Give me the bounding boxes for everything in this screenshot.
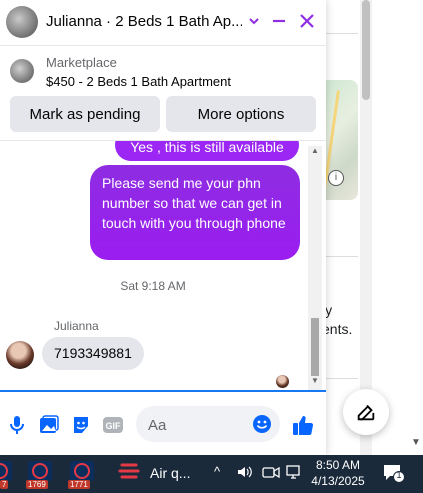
read-receipt-avatar — [276, 375, 289, 388]
sticker-icon[interactable] — [70, 414, 92, 436]
mark-as-pending-button[interactable]: Mark as pending — [10, 96, 160, 132]
close-icon[interactable] — [296, 10, 318, 32]
air-quality-app-icon[interactable] — [118, 459, 146, 489]
taskbar-app-label[interactable]: Air q... — [150, 465, 190, 481]
listing-actions: Mark as pending More options — [10, 96, 316, 132]
more-options-button[interactable]: More options — [166, 96, 316, 132]
message-timestamp: Sat 9:18 AM — [120, 279, 186, 293]
taskbar-badge: 7 — [0, 480, 9, 489]
chat-title[interactable]: Julianna · 2 Beds 1 Bath Ap... — [46, 13, 242, 30]
message-composer: GIF — [0, 390, 326, 457]
message-input[interactable] — [146, 406, 250, 444]
listing-category: Marketplace — [46, 55, 117, 70]
show-hidden-icons-icon[interactable]: ^ — [214, 464, 220, 479]
scroll-down-arrow-icon[interactable]: ▼ — [411, 437, 421, 448]
listing-thumbnail — [10, 59, 34, 83]
info-icon[interactable]: i — [328, 170, 344, 186]
taskbar-badge: 1771 — [68, 480, 90, 489]
sender-name: Julianna — [54, 319, 99, 333]
gif-label: GIF — [106, 421, 122, 431]
message-list[interactable]: Yes , this is still available Please sen… — [0, 140, 326, 391]
camera-icon[interactable] — [262, 464, 280, 483]
new-message-button[interactable] — [343, 389, 389, 435]
page-scrollbar-thumb[interactable] — [362, 0, 370, 100]
clock-date: 4/13/2025 — [311, 474, 365, 488]
incoming-message[interactable]: 7193349881 — [42, 337, 144, 370]
outgoing-message[interactable]: Yes , this is still available — [115, 141, 299, 161]
compose-icon — [357, 404, 375, 421]
bg-text: ents. — [322, 321, 353, 337]
notification-count: 1 — [396, 470, 402, 480]
photo-icon[interactable] — [38, 414, 60, 436]
taskbar-app[interactable]: 1769 — [26, 459, 54, 489]
minimize-icon[interactable] — [268, 10, 290, 32]
taskbar-app[interactable]: 1771 — [68, 459, 96, 489]
outgoing-message[interactable]: Please send me your phn number so that w… — [90, 165, 300, 260]
listing-title: $450 - 2 Beds 1 Bath Apartment — [46, 74, 232, 89]
notification-center-icon[interactable]: 1 — [383, 463, 405, 483]
sender-avatar[interactable] — [6, 341, 34, 369]
clock-time: 8:50 AM — [315, 458, 361, 472]
taskbar-app[interactable]: 7 — [0, 459, 14, 489]
message-input-wrapper — [136, 406, 280, 444]
network-icon[interactable] — [286, 464, 304, 483]
marketplace-listing[interactable]: Marketplace $450 - 2 Beds 1 Bath Apartme… — [0, 46, 326, 94]
windows-taskbar: 7 1769 1771 Air q... ^ 8:50 AM 4/13/2025… — [0, 455, 423, 493]
scroll-up-arrow-icon[interactable]: ▲ — [308, 146, 322, 155]
like-icon[interactable] — [292, 414, 314, 436]
gif-icon[interactable]: GIF — [102, 414, 124, 436]
volume-icon[interactable] — [236, 464, 254, 483]
scroll-down-arrow-icon[interactable]: ▼ — [308, 376, 322, 385]
chat-header[interactable]: Julianna · 2 Beds 1 Bath Ap... — [0, 0, 326, 46]
chevron-down-icon[interactable] — [243, 10, 265, 32]
chat-scrollbar[interactable]: ▲ ▼ — [308, 146, 322, 390]
contact-avatar[interactable] — [6, 6, 38, 38]
mic-icon[interactable] — [6, 414, 28, 436]
emoji-icon[interactable] — [252, 414, 272, 434]
taskbar-badge: 1769 — [26, 480, 48, 489]
taskbar-clock[interactable]: 8:50 AM 4/13/2025 — [310, 457, 366, 489]
chat-scrollbar-thumb[interactable] — [311, 318, 319, 376]
chat-window: Julianna · 2 Beds 1 Bath Ap... Marketpla… — [0, 0, 326, 455]
